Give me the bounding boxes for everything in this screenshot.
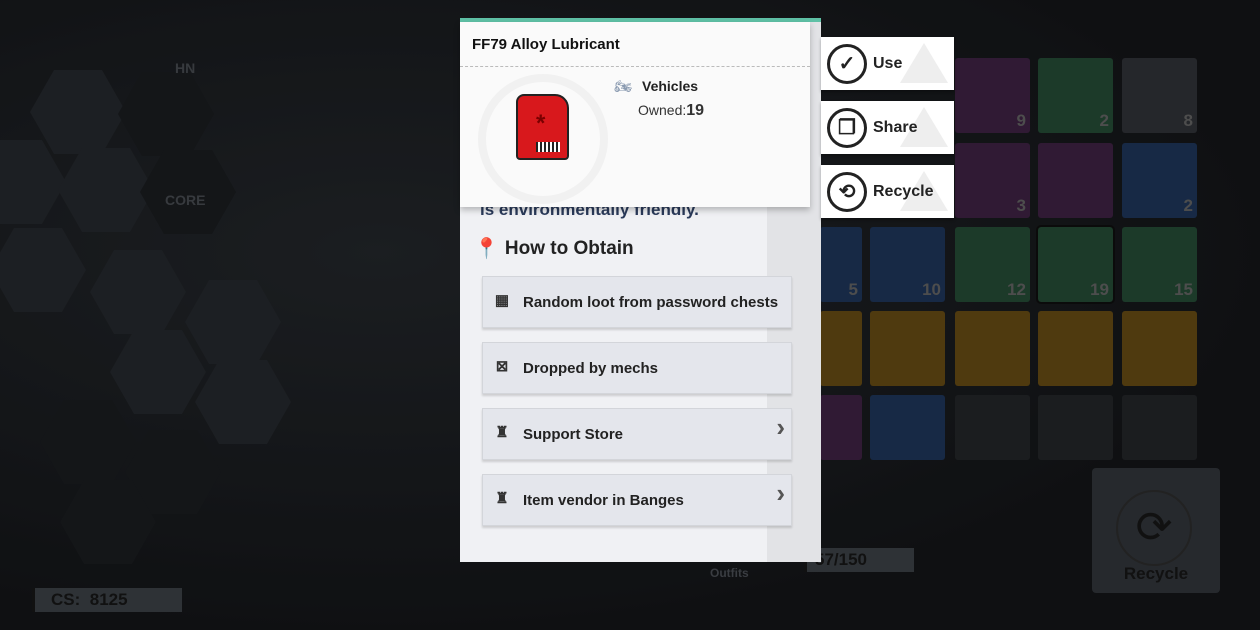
copy-icon: ❐ (827, 107, 867, 148)
tower-icon: ♜ (495, 490, 509, 507)
recycle-button[interactable]: ⟲ Recycle (821, 165, 954, 218)
vehicle-icon: 🏍 (614, 78, 632, 94)
chevron-right-icon: › (776, 412, 785, 442)
divider (460, 66, 810, 67)
owned-count: Owned:19 (638, 102, 705, 119)
chevron-right-icon: › (776, 478, 785, 508)
check-icon: ✓ (827, 43, 867, 84)
cs-bar: CS: 8125 (32, 588, 182, 612)
fuel-canister-icon: * (516, 94, 569, 160)
location-pin-icon: 📍 (474, 238, 499, 260)
share-button[interactable]: ❐ Share (821, 101, 954, 154)
item-detail-panel: FF79 Alloy Lubricant * 🏍 Vehicles Owned:… (460, 18, 821, 562)
recycle-icon: ⟲ (827, 171, 867, 212)
outfits-label: Outfits (710, 566, 749, 580)
chest-icon: ▦ (494, 292, 510, 309)
source-password-chests[interactable]: ▦ Random loot from password chests (482, 276, 792, 328)
item-header: FF79 Alloy Lubricant * 🏍 Vehicles Owned:… (460, 22, 810, 207)
recycle-bg-label: Recycle (1123, 564, 1189, 583)
use-button[interactable]: ✓ Use (821, 37, 954, 90)
source-support-store[interactable]: ♜ Support Store › (482, 408, 792, 460)
source-item-vendor[interactable]: ♜ Item vendor in Banges › (482, 474, 792, 526)
source-mechs[interactable]: ⊠ Dropped by mechs (482, 342, 792, 394)
item-category: Vehicles (642, 78, 699, 94)
mech-icon: ⊠ (495, 358, 509, 375)
how-to-obtain-heading: 📍 How to Obtain (474, 237, 634, 261)
tower-icon: ♜ (495, 424, 509, 441)
recycle-icon: ⟳ (1116, 490, 1192, 566)
recycle-bg-button[interactable]: ⟳ Recycle (1092, 468, 1220, 593)
item-title: FF79 Alloy Lubricant (472, 36, 620, 53)
